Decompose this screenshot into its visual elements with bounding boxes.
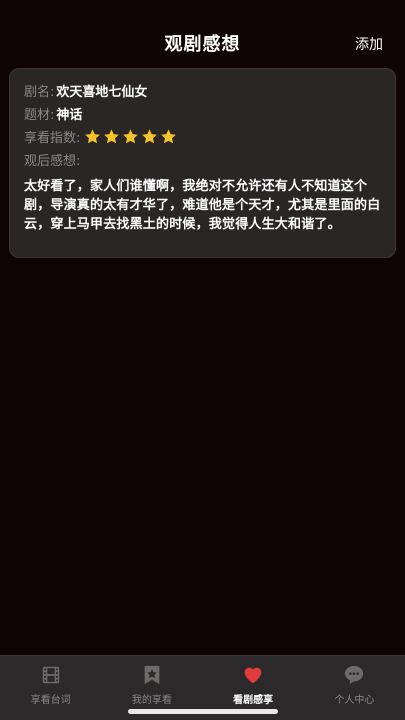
screen: 观剧感想 添加 剧名: 欢天喜地七仙女 题材: 神话 享看指数: 观后感想: 太… xyxy=(0,0,405,720)
genre-value: 神话 xyxy=(56,108,83,123)
bookmark-star-icon xyxy=(144,665,160,685)
genre-label: 题材: xyxy=(24,108,55,123)
comments-row: 观后感想: xyxy=(24,148,381,171)
tab-lines[interactable]: 享看台词 xyxy=(0,656,101,720)
rating-stars xyxy=(84,128,179,145)
drama-label: 剧名: xyxy=(24,85,55,100)
heart-icon xyxy=(244,667,262,684)
drama-row: 剧名: 欢天喜地七仙女 xyxy=(24,79,381,102)
page-title: 观剧感想 xyxy=(164,34,241,55)
drama-value: 欢天喜地七仙女 xyxy=(56,85,148,100)
tab-label: 我的享看 xyxy=(131,695,172,706)
tab-label: 个人中心 xyxy=(334,695,375,706)
film-icon xyxy=(42,666,59,684)
tab-label: 享看台词 xyxy=(30,695,71,706)
star-icon xyxy=(104,129,120,144)
star-icon xyxy=(161,129,177,144)
add-button[interactable]: 添加 xyxy=(355,34,383,54)
home-indicator xyxy=(128,709,278,714)
rating-row: 享看指数: xyxy=(24,125,381,148)
star-icon xyxy=(123,129,139,144)
tab-profile[interactable]: 个人中心 xyxy=(304,656,405,720)
star-icon xyxy=(142,129,158,144)
chat-bubble-icon xyxy=(345,665,364,685)
tab-label: 看剧感享 xyxy=(233,695,274,706)
comments-label: 观后感想: xyxy=(24,154,81,169)
genre-row: 题材: 神话 xyxy=(24,102,381,125)
rating-label: 享看指数: xyxy=(24,131,81,146)
review-card[interactable]: 剧名: 欢天喜地七仙女 题材: 神话 享看指数: 观后感想: 太好看了，家人们谁… xyxy=(9,68,396,258)
comments-text: 太好看了，家人们谁懂啊，我绝对不允许还有人不知道这个剧，导演真的太有才华了，难道… xyxy=(24,179,381,232)
header: 观剧感想 添加 xyxy=(0,0,405,62)
star-icon xyxy=(85,129,101,144)
